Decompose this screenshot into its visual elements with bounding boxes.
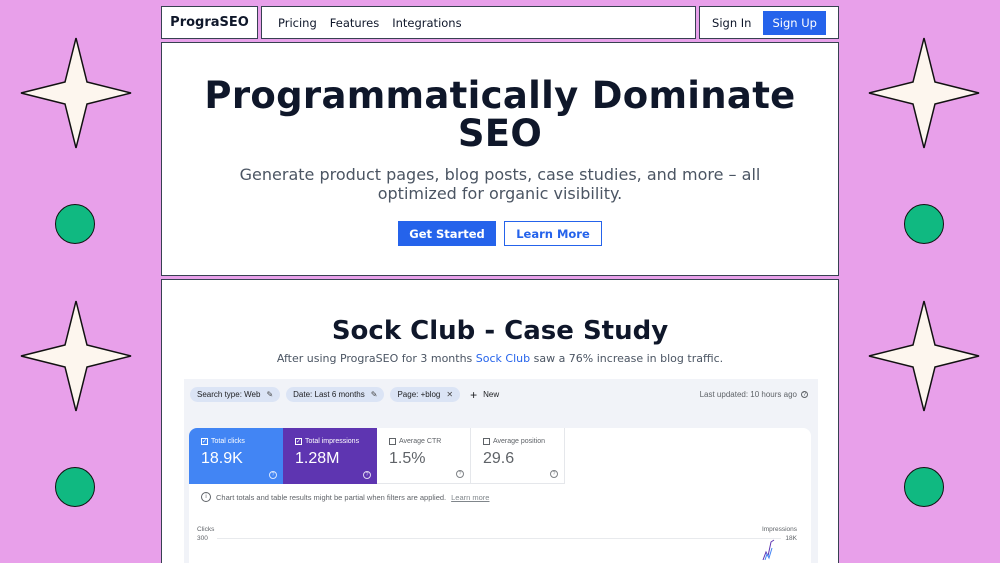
clicks-axis-label: Clicks	[197, 526, 215, 533]
case-study-title: Sock Club - Case Study	[331, 316, 669, 346]
four-point-star-icon	[20, 37, 132, 149]
metric-total-impressions[interactable]: ✓ Total impressions 1.28M ?	[283, 428, 377, 484]
metric-label: Average CTR	[389, 438, 470, 445]
hero-section: Programmatically Dominate SEO Generate p…	[161, 42, 839, 276]
get-started-button[interactable]: Get Started	[398, 221, 496, 246]
help-icon[interactable]: ?	[456, 470, 464, 478]
brand-name: PrograSEO	[170, 15, 249, 30]
last-updated-text: Last updated: 10 hours ago	[699, 390, 797, 399]
plus-icon: +	[470, 387, 478, 402]
filter-chip-search-type[interactable]: Search type: Web ✎	[190, 387, 281, 402]
case-study-section: Sock Club - Case Study After using Progr…	[161, 279, 839, 563]
help-icon[interactable]: ?	[550, 470, 558, 478]
help-icon[interactable]: ?	[363, 471, 371, 479]
metric-value: 1.5%	[389, 450, 426, 467]
metric-total-clicks[interactable]: ✓ Total clicks 18.9K ?	[189, 428, 283, 484]
four-point-star-icon	[868, 37, 980, 149]
metric-average-ctr[interactable]: Average CTR 1.5% ?	[377, 428, 471, 484]
nav-links: Pricing Features Integrations	[261, 6, 696, 39]
hero-subtitle: Generate product pages, blog posts, case…	[239, 165, 761, 203]
case-study-subtitle: After using PrograSEO for 3 months Sock …	[162, 352, 838, 365]
chart-gridline	[217, 538, 781, 539]
chip-label: Search type: Web	[197, 390, 261, 399]
help-icon[interactable]: ?	[801, 391, 808, 398]
metric-label: ✓ Total clicks	[201, 438, 283, 445]
green-dot-icon	[55, 467, 95, 507]
clicks-axis-top-tick: 300	[197, 535, 208, 542]
checkbox-icon: ✓	[201, 438, 208, 445]
metric-label: ✓ Total impressions	[295, 438, 377, 445]
nav-link-pricing[interactable]: Pricing	[278, 16, 317, 30]
chip-label: Page: +blog	[397, 390, 441, 399]
impressions-axis-label: Impressions	[761, 526, 797, 533]
performance-panel: ✓ Total clicks 18.9K ? ✓ Total impressions…	[189, 428, 811, 563]
last-updated: Last updated: 10 hours ago?	[700, 390, 808, 399]
close-icon[interactable]: ✕	[446, 390, 453, 399]
hero-cta-group: Get Started Learn More	[162, 221, 838, 246]
metric-label-text: Average CTR	[399, 438, 442, 445]
filter-chip-date[interactable]: Date: Last 6 months ✎	[286, 387, 385, 402]
hero-title: Programmatically Dominate SEO	[204, 74, 796, 155]
chart-line-impressions	[762, 539, 775, 560]
new-filter-label: New	[483, 390, 500, 399]
filter-note-text: Chart totals and table results might be …	[216, 492, 447, 502]
pencil-icon: ✎	[370, 390, 378, 399]
filter-chips: Search type: Web ✎ Date: Last 6 months ✎ P…	[190, 387, 499, 402]
brand-logo[interactable]: PrograSEO	[161, 6, 258, 39]
green-dot-icon	[904, 467, 944, 507]
metric-cards: ✓ Total clicks 18.9K ? ✓ Total impressions…	[189, 428, 811, 484]
metric-label-text: Average position	[493, 438, 546, 445]
nav-link-features[interactable]: Features	[330, 16, 379, 30]
star-decoration-top-left	[20, 37, 132, 149]
auth-actions: Sign In Sign Up	[699, 6, 839, 39]
pencil-icon: ✎	[266, 390, 274, 399]
metric-label: Average position	[483, 438, 564, 445]
learn-more-button[interactable]: Learn More	[504, 221, 602, 246]
sign-up-button[interactable]: Sign Up	[763, 10, 826, 35]
metric-value: 29.6	[483, 450, 515, 467]
star-decoration-mid-left	[20, 300, 132, 412]
checkbox-icon	[483, 438, 490, 445]
checkbox-icon: ✓	[295, 438, 302, 445]
star-decoration-top-right	[868, 37, 980, 149]
new-filter-button[interactable]: + New	[466, 388, 499, 402]
four-point-star-icon	[20, 300, 132, 412]
green-dot-icon	[55, 204, 95, 244]
chip-label: Date: Last 6 months	[293, 390, 365, 399]
four-point-star-icon	[868, 300, 980, 412]
green-dot-icon	[904, 204, 944, 244]
metric-value: 18.9K	[201, 450, 243, 467]
metric-average-position[interactable]: Average position 29.6 ?	[471, 428, 565, 484]
info-icon: i	[201, 492, 211, 502]
sock-club-link[interactable]: Sock Club	[476, 352, 530, 365]
filter-chip-page[interactable]: Page: +blog ✕	[390, 387, 461, 402]
star-decoration-mid-right	[868, 300, 980, 412]
metric-label-text: Total impressions	[305, 438, 360, 445]
case-study-sub-after: saw a 76% increase in blog traffic.	[530, 352, 724, 365]
nav-link-integrations[interactable]: Integrations	[392, 16, 461, 30]
help-icon[interactable]: ?	[269, 471, 277, 479]
clicks-axis: Clicks 300	[197, 525, 214, 543]
sign-in-link[interactable]: Sign In	[712, 16, 751, 30]
search-console-screenshot: Search type: Web ✎ Date: Last 6 months ✎ P…	[184, 379, 818, 563]
case-study-sub-before: After using PrograSEO for 3 months	[276, 352, 476, 365]
filter-note: i Chart totals and table results might b…	[201, 492, 489, 502]
metric-value: 1.28M	[295, 450, 340, 467]
metric-label-text: Total clicks	[211, 438, 245, 445]
learn-more-link[interactable]: Learn more	[451, 493, 489, 502]
checkbox-icon	[389, 438, 396, 445]
